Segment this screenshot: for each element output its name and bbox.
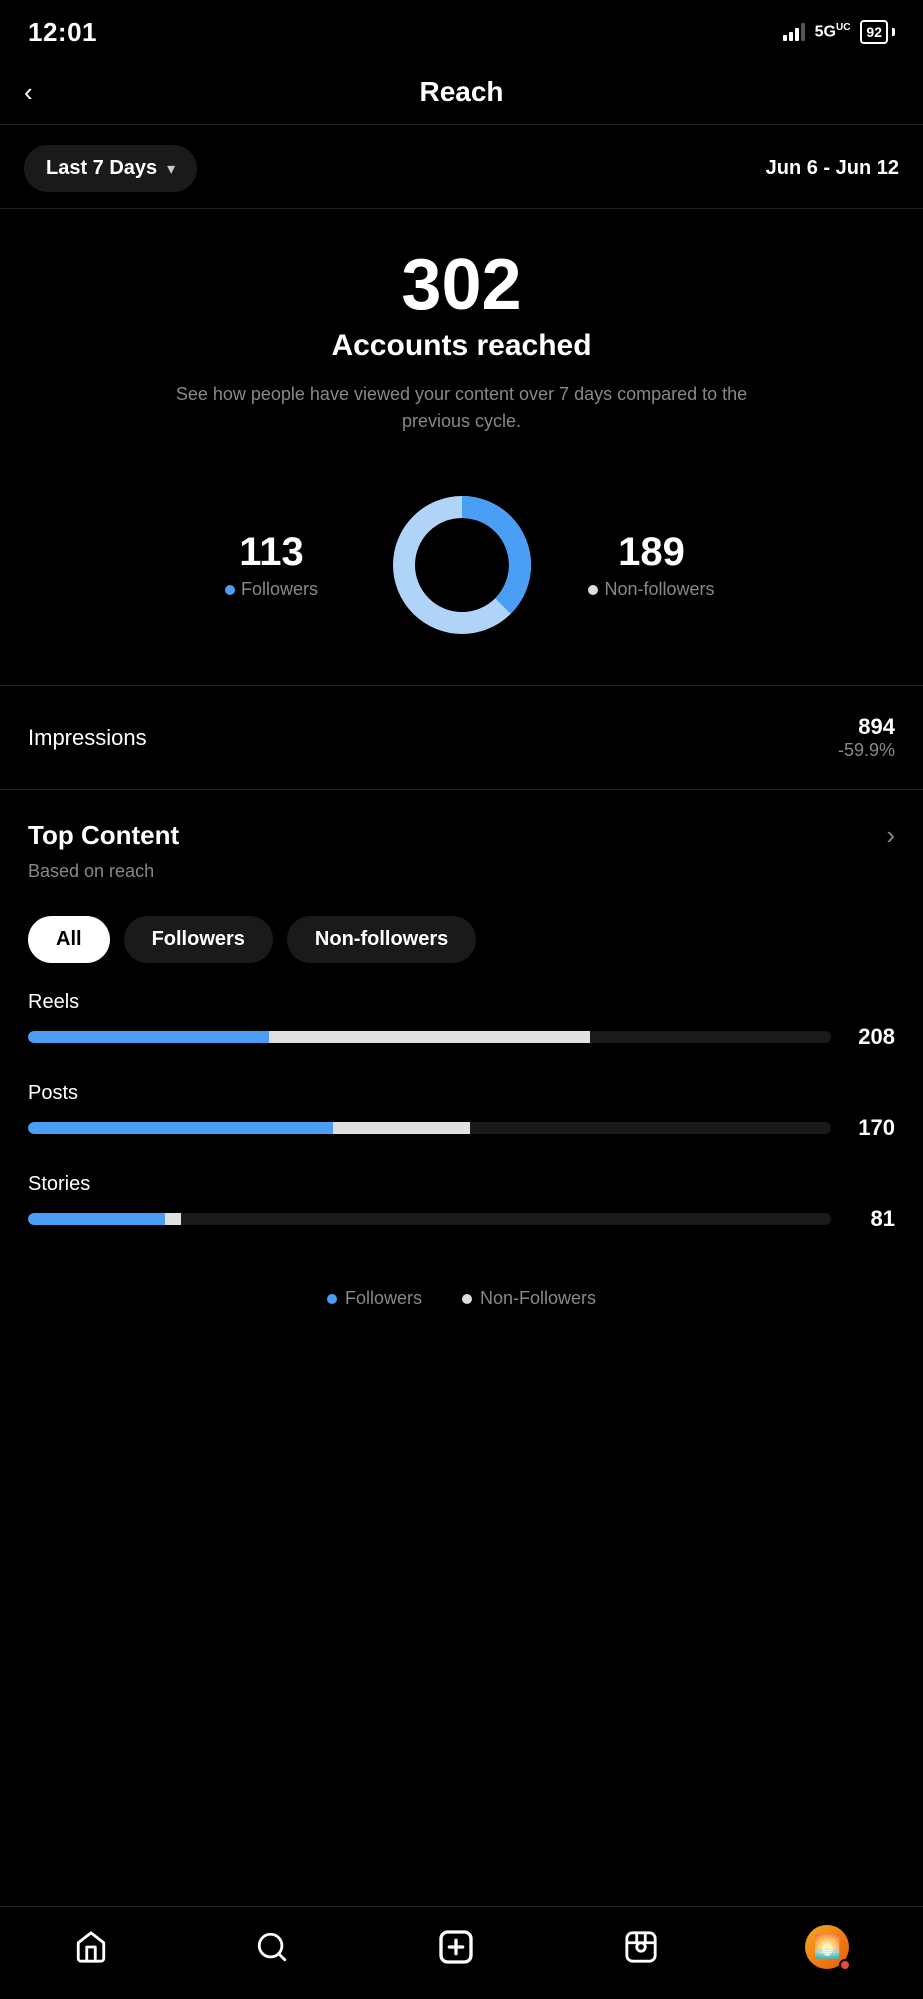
legend-followers-label: Followers <box>345 1288 422 1309</box>
nav-reels[interactable] <box>624 1930 658 1964</box>
bar-content-posts: 170 <box>28 1115 895 1141</box>
chevron-down-icon: ▾ <box>167 159 175 179</box>
top-content-header[interactable]: Top Content › <box>0 790 923 857</box>
accounts-label: Accounts reached <box>28 329 895 363</box>
nav-profile[interactable]: 🌅 <box>805 1925 849 1969</box>
filter-tab-all[interactable]: All <box>28 916 110 963</box>
battery-indicator: 92 <box>860 20 895 44</box>
non-followers-dot-icon <box>588 585 598 595</box>
bar-inner-posts <box>28 1122 831 1134</box>
back-button[interactable]: ‹ <box>24 77 33 108</box>
non-followers-label: Non-followers <box>582 579 722 600</box>
accounts-reached-section: 302 Accounts reached See how people have… <box>0 209 923 455</box>
battery-level: 92 <box>860 20 888 44</box>
signal-bar-3 <box>795 28 799 41</box>
filter-tab-non-followers[interactable]: Non-followers <box>287 916 476 963</box>
nav-spacer <box>0 1339 923 1459</box>
bar-track-posts <box>28 1122 831 1134</box>
chevron-right-icon: › <box>886 820 895 851</box>
bar-inner-stories <box>28 1213 831 1225</box>
legend-followers-dot-icon <box>327 1294 337 1304</box>
search-icon <box>255 1930 289 1964</box>
bar-row-posts: Posts 170 <box>28 1082 895 1141</box>
signal-bar-2 <box>789 32 793 41</box>
bar-label-reels: Reels <box>28 991 895 1014</box>
filter-tabs: All Followers Non-followers <box>0 906 923 991</box>
reels-icon <box>624 1930 658 1964</box>
followers-dot-icon <box>225 585 235 595</box>
impressions-values: 894 -59.9% <box>838 714 895 761</box>
network-label: 5GUC <box>815 22 851 41</box>
signal-bar-4 <box>801 23 805 41</box>
bar-white-stories <box>165 1213 181 1225</box>
non-followers-count: 189 <box>582 530 722 575</box>
home-icon <box>74 1930 108 1964</box>
bar-value-stories: 81 <box>845 1206 895 1232</box>
bar-track-stories <box>28 1213 831 1225</box>
nav-search[interactable] <box>255 1930 289 1964</box>
add-icon <box>436 1927 476 1967</box>
top-content-title: Top Content <box>28 820 179 851</box>
bar-track-reels <box>28 1031 831 1043</box>
bar-white-reels <box>269 1031 590 1043</box>
signal-bars-icon <box>783 23 805 41</box>
filter-tab-followers[interactable]: Followers <box>124 916 273 963</box>
date-dropdown[interactable]: Last 7 Days ▾ <box>24 145 197 192</box>
impressions-label: Impressions <box>28 725 147 751</box>
status-time: 12:01 <box>28 17 97 48</box>
bar-label-stories: Stories <box>28 1173 895 1196</box>
bar-content-reels: 208 <box>28 1024 895 1050</box>
profile-notification-dot <box>839 1959 851 1971</box>
bar-section: Reels 208 Posts 170 Stories <box>0 991 923 1232</box>
donut-svg <box>382 485 542 645</box>
bar-blue-reels <box>28 1031 269 1043</box>
bar-white-posts <box>333 1122 470 1134</box>
top-content-subtitle: Based on reach <box>0 861 923 906</box>
nav-add[interactable] <box>436 1927 476 1967</box>
followers-count: 113 <box>202 530 342 575</box>
signal-bar-1 <box>783 35 787 41</box>
accounts-description: See how people have viewed your content … <box>172 381 752 435</box>
status-icons: 5GUC 92 <box>783 20 895 44</box>
bottom-nav: 🌅 <box>0 1906 923 1999</box>
nav-home[interactable] <box>74 1930 108 1964</box>
impressions-row: Impressions 894 -59.9% <box>0 686 923 789</box>
battery-tip-icon <box>892 28 895 36</box>
legend-non-followers: Non-Followers <box>462 1288 596 1309</box>
followers-label: Followers <box>202 579 342 600</box>
impressions-number: 894 <box>838 714 895 740</box>
legend-followers: Followers <box>327 1288 422 1309</box>
bar-inner-reels <box>28 1031 831 1043</box>
bar-blue-posts <box>28 1122 333 1134</box>
bar-value-posts: 170 <box>845 1115 895 1141</box>
legend-non-followers-label: Non-Followers <box>480 1288 596 1309</box>
legend-row: Followers Non-Followers <box>0 1264 923 1339</box>
bar-value-reels: 208 <box>845 1024 895 1050</box>
page-header: ‹ Reach <box>0 60 923 125</box>
non-followers-stat: 189 Non-followers <box>582 530 722 600</box>
page-title: Reach <box>419 76 503 108</box>
status-bar: 12:01 5GUC 92 <box>0 0 923 60</box>
followers-stat: 113 Followers <box>202 530 342 600</box>
donut-chart <box>382 485 542 645</box>
bar-content-stories: 81 <box>28 1206 895 1232</box>
date-range: Jun 6 - Jun 12 <box>766 157 899 180</box>
date-filter-bar: Last 7 Days ▾ Jun 6 - Jun 12 <box>0 125 923 208</box>
date-dropdown-label: Last 7 Days <box>46 157 157 180</box>
legend-non-followers-dot-icon <box>462 1294 472 1304</box>
bar-row-reels: Reels 208 <box>28 991 895 1050</box>
bar-blue-stories <box>28 1213 165 1225</box>
top-content-titles: Top Content <box>28 820 179 851</box>
donut-section: 113 Followers 189 Non-followers <box>0 455 923 685</box>
impressions-change: -59.9% <box>838 740 895 761</box>
accounts-number: 302 <box>28 249 895 321</box>
bar-row-stories: Stories 81 <box>28 1173 895 1232</box>
bar-label-posts: Posts <box>28 1082 895 1105</box>
